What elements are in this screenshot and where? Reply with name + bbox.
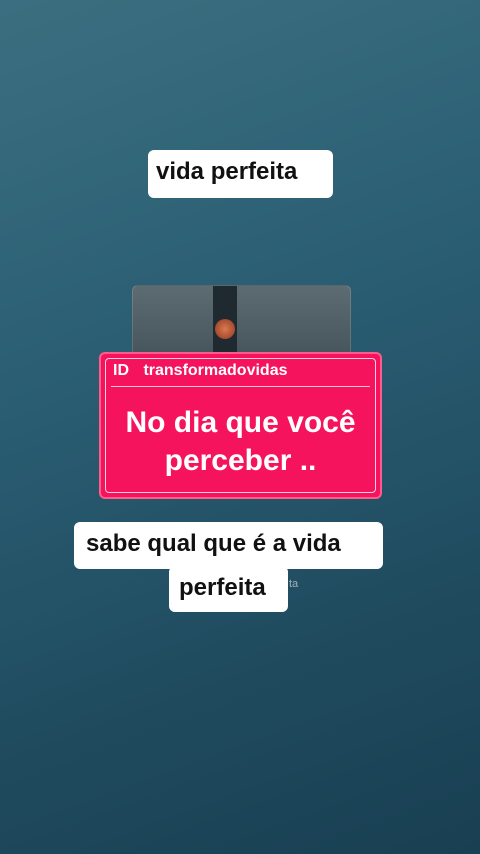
ghost-text: ta <box>289 578 299 590</box>
card-message: No dia que você perceber .. <box>101 404 380 480</box>
quote-card: ID transformadovidas No dia que você per… <box>99 352 382 499</box>
card-id-row: ID transformadovidas <box>113 362 288 380</box>
clock-face-shape <box>215 319 235 339</box>
bottom-caption-line-2: perfeita <box>169 566 288 612</box>
top-caption: vida perfeita <box>148 150 333 198</box>
id-label: ID <box>113 362 129 379</box>
message-line-1: No dia que você <box>125 406 356 439</box>
username: transformadovidas <box>143 362 288 379</box>
bottom-caption-line-1: sabe qual que é a vida <box>74 522 383 569</box>
card-divider <box>111 386 370 387</box>
message-line-2: perceber .. <box>164 444 317 477</box>
